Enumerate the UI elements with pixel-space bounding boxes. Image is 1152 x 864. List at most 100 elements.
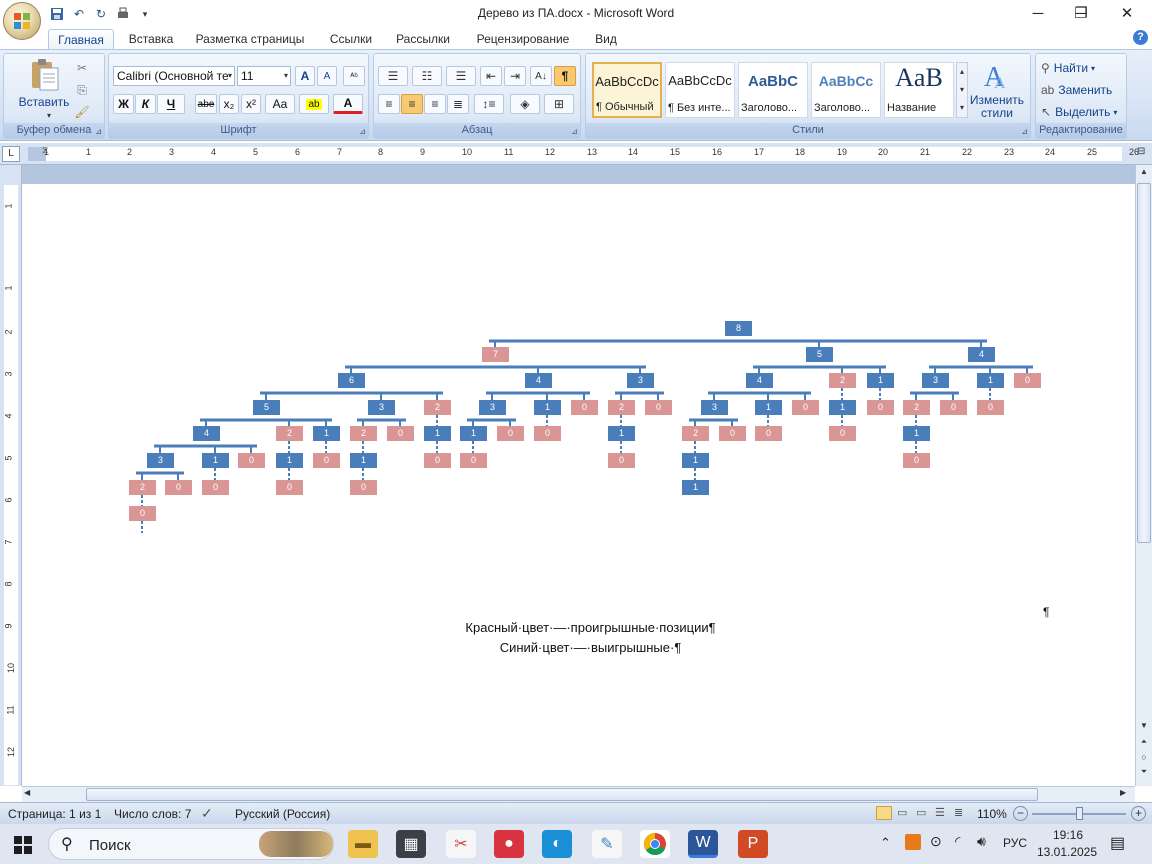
tab-view[interactable]: Вид (588, 29, 624, 49)
tree-node-losing[interactable]: 0 (645, 400, 672, 415)
tree-node-winning[interactable]: 1 (350, 453, 377, 468)
tree-node-losing[interactable]: 0 (387, 426, 414, 441)
line-spacing-icon[interactable]: ↕≡ (474, 94, 504, 114)
tree-node-losing[interactable]: 0 (903, 453, 930, 468)
hscroll-thumb[interactable] (86, 788, 1038, 801)
tree-node-losing[interactable]: 0 (1014, 373, 1041, 388)
zoom-slider-thumb[interactable] (1076, 807, 1083, 820)
zoom-level[interactable]: 110% (977, 807, 1007, 821)
underline-button[interactable]: Ч (157, 94, 185, 114)
scroll-right-icon[interactable]: ▶ (1120, 788, 1132, 801)
change-styles-icon[interactable]: AA (982, 60, 1014, 93)
tab-review[interactable]: Рецензирование (466, 29, 580, 49)
tree-node-losing[interactable]: 2 (129, 480, 156, 495)
tree-node-losing[interactable]: 2 (276, 426, 303, 441)
tree-node-losing[interactable]: 2 (608, 400, 635, 415)
taskbar-search[interactable]: ⚲ Поиск (48, 828, 334, 860)
sort-icon[interactable]: A↓ (530, 66, 552, 86)
outline-icon[interactable]: ☰ (935, 806, 951, 820)
language[interactable]: Русский (Россия) (235, 807, 330, 821)
paste-button[interactable]: Вставить (14, 96, 74, 109)
page-count[interactable]: Страница: 1 из 1 (8, 807, 101, 821)
tree-node-winning[interactable]: 1 (977, 373, 1004, 388)
tree-node-losing[interactable]: 0 (460, 453, 487, 468)
help-icon[interactable]: ? (1133, 30, 1148, 45)
browse-object-icon[interactable]: ○ (1137, 752, 1151, 766)
tree-node-losing[interactable]: 0 (792, 400, 819, 415)
decrease-indent-icon[interactable]: ⇤ (480, 66, 502, 86)
tree-node-winning[interactable]: 1 (682, 480, 709, 495)
justify-icon[interactable]: ≣ (447, 94, 469, 114)
print-layout-icon[interactable] (876, 806, 892, 820)
tab-home[interactable]: Главная (48, 29, 114, 49)
tree-node-winning[interactable]: 1 (313, 426, 340, 441)
tree-node-losing[interactable]: 0 (202, 480, 229, 495)
style-no-spacing[interactable]: AaBbCcDc ¶ Без инте... (665, 62, 735, 118)
scroll-down-icon[interactable]: ▼ (1137, 721, 1151, 735)
numbering-icon[interactable]: ☷ (412, 66, 442, 86)
superscript-button[interactable]: x² (241, 94, 261, 114)
tree-node-winning[interactable]: 5 (253, 400, 280, 415)
paint-icon[interactable]: ✎ (592, 830, 622, 858)
clipboard-launcher-icon[interactable]: ⊿ (95, 127, 102, 136)
tree-node-winning[interactable]: 6 (338, 373, 365, 388)
spellcheck-icon[interactable]: ✓ (201, 805, 213, 822)
tab-selector-icon[interactable]: L (2, 146, 20, 162)
copy-icon[interactable]: ⎘ (72, 80, 92, 100)
tree-node-winning[interactable]: 3 (368, 400, 395, 415)
file-explorer-icon[interactable]: ▬ (348, 830, 378, 858)
tree-node-losing[interactable]: 7 (482, 347, 509, 362)
office-button[interactable] (3, 2, 41, 40)
tree-node-losing[interactable]: 2 (829, 373, 856, 388)
italic-button[interactable]: К (135, 94, 156, 114)
tree-node-losing[interactable]: 0 (276, 480, 303, 495)
subscript-button[interactable]: x₂ (219, 94, 239, 114)
style-title[interactable]: AaB Название (884, 62, 954, 118)
tree-node-losing[interactable]: 2 (682, 426, 709, 441)
shrink-font-button[interactable]: A (317, 66, 337, 86)
find-button[interactable]: ⚲ Найти ▾ (1040, 58, 1124, 78)
font-size-combo[interactable]: 11 ▾ (237, 66, 291, 86)
tree-node-winning[interactable]: 3 (627, 373, 654, 388)
tab-mailings[interactable]: Рассылки (390, 29, 456, 49)
tray-overflow-icon[interactable]: ⌃ (880, 835, 891, 851)
input-language[interactable]: РУС (1003, 836, 1027, 850)
tree-node-winning[interactable]: 1 (534, 400, 561, 415)
close-button[interactable]: ✕ (1104, 0, 1150, 26)
tree-node-winning[interactable]: 1 (829, 400, 856, 415)
tab-references[interactable]: Ссылки (322, 29, 380, 49)
tree-node-losing[interactable]: 0 (313, 453, 340, 468)
vertical-scrollbar[interactable]: ▲ ▼ ⏶ ○ ⏷ (1135, 165, 1152, 786)
style-heading-1[interactable]: AaBbC Заголово... (738, 62, 808, 118)
minimize-btn[interactable]: ─ (1015, 0, 1061, 26)
tree-node-winning[interactable]: 1 (460, 426, 487, 441)
tree-node-winning[interactable]: 1 (276, 453, 303, 468)
show-marks-button[interactable]: ¶ (554, 66, 576, 86)
powerpoint-icon[interactable]: P (738, 830, 768, 858)
restore-button[interactable]: ❐ (1058, 0, 1104, 26)
align-left-icon[interactable]: ≡ (378, 94, 400, 114)
notifications-icon[interactable]: ▤ (1110, 833, 1125, 853)
change-case-button[interactable]: Aa (265, 94, 295, 114)
tree-node-losing[interactable]: 2 (350, 426, 377, 441)
tree-node-losing[interactable]: 0 (867, 400, 894, 415)
tab-insert[interactable]: Вставка (122, 29, 180, 49)
tree-node-losing[interactable]: 0 (719, 426, 746, 441)
grow-font-button[interactable]: A (295, 66, 315, 86)
multilevel-list-icon[interactable]: ☰ (446, 66, 476, 86)
tree-node-winning[interactable]: 3 (922, 373, 949, 388)
borders-icon[interactable]: ⊞ (544, 94, 574, 114)
tree-node-winning[interactable]: 5 (806, 347, 833, 362)
word-count[interactable]: Число слов: 7 (114, 807, 191, 821)
tree-node-winning[interactable]: 8 (725, 321, 752, 336)
network-status-icon[interactable]: ⊙ (930, 833, 942, 850)
horizontal-scrollbar[interactable]: ◀ ▶ (22, 786, 1135, 802)
shading-icon[interactable]: ◈ (510, 94, 540, 114)
document-page[interactable]: 8754643421310532310203101020042120110012… (22, 184, 1135, 786)
tree-node-winning[interactable]: 1 (867, 373, 894, 388)
align-right-icon[interactable]: ≡ (424, 94, 446, 114)
paragraph-launcher-icon[interactable]: ⊿ (571, 127, 578, 136)
tree-node-losing[interactable]: 0 (571, 400, 598, 415)
screen-recorder-icon[interactable]: ● (494, 830, 524, 858)
tree-node-winning[interactable]: 3 (701, 400, 728, 415)
